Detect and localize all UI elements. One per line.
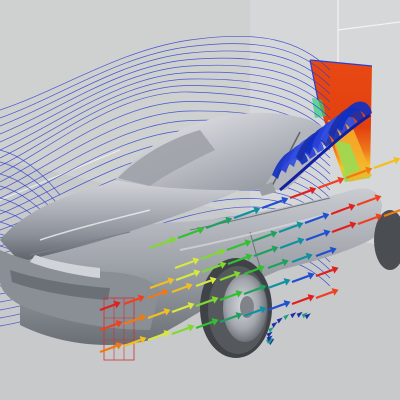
cfd-scene [0, 0, 400, 400]
cfd-viewport[interactable] [0, 0, 400, 400]
